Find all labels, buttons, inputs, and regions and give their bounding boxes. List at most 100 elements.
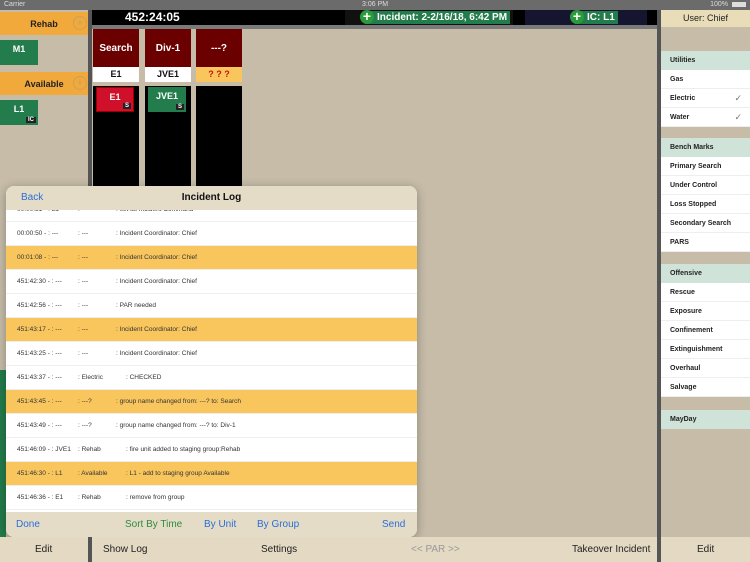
staging-group-rehab[interactable]: Rehab +	[0, 12, 88, 35]
unit-e1[interactable]: E1 S	[96, 87, 134, 112]
add-icon[interactable]: +	[73, 16, 87, 30]
carrier: Carrier	[4, 1, 26, 8]
offensive-item[interactable]: Extinguishment	[661, 340, 750, 359]
log-msg: : Incident Coordinator: Chief	[116, 278, 197, 285]
par-button[interactable]: << PAR >>	[411, 537, 460, 562]
offensive-item[interactable]: Overhaul	[661, 359, 750, 378]
log-list[interactable]: 00:00:31 - : L1: ---: set as Incident Co…	[6, 210, 417, 512]
checkmark-icon: ✓	[734, 93, 742, 103]
bottom-toolbar: Edit Show Log Settings << PAR >> Takeove…	[0, 537, 750, 562]
log-unit: : ---	[78, 278, 89, 285]
benchmark-item[interactable]: Primary Search	[661, 157, 750, 176]
log-time: 451:43:17 - : ---	[17, 326, 62, 333]
group-supervisor: ? ? ?	[196, 67, 242, 82]
incident-label[interactable]: + Incident: 2-2/16/18, 6:42 PM	[360, 9, 511, 24]
log-time: 00:00:50 - : ---	[17, 230, 59, 237]
log-row[interactable]: 451:43:17 - : ---: ---: Incident Coordin…	[6, 318, 417, 342]
user-label[interactable]: User: Chief	[661, 10, 750, 27]
mayday-button[interactable]: MayDay	[661, 410, 750, 429]
log-time: 451:42:56 - : ---	[17, 302, 62, 309]
ic-label[interactable]: + IC: L1	[570, 9, 618, 24]
log-msg: : L1 - add to staging group Available	[126, 470, 230, 477]
log-msg: : PAR needed	[116, 302, 156, 309]
log-unit: : ---	[78, 350, 89, 357]
log-row[interactable]: 451:46:30 - : L1: Available: L1 - add to…	[6, 462, 417, 486]
unit-l1[interactable]: L1 IC	[0, 100, 38, 125]
log-msg: : group name changed from: ---? to: Div-…	[116, 422, 236, 429]
offensive-item[interactable]: Salvage	[661, 378, 750, 397]
log-time: 451:43:49 - : ---	[17, 422, 62, 429]
log-title: Incident Log	[181, 192, 242, 203]
sort-by-time-button[interactable]: Sort By Time	[125, 512, 182, 537]
log-unit: : Rehab	[78, 446, 101, 453]
log-msg: : Incident Coordinator: Chief	[116, 326, 197, 333]
benchmark-item[interactable]: Under Control	[661, 176, 750, 195]
utility-gas[interactable]: Gas	[661, 70, 750, 89]
group-label: Available	[24, 78, 64, 89]
group-title[interactable]: Search	[93, 29, 139, 67]
benchmark-item[interactable]: Loss Stopped	[661, 195, 750, 214]
log-row[interactable]: 451:42:30 - : --- : --- : Incident Coordin…	[6, 270, 417, 294]
log-time: 451:42:30 - : ---	[17, 278, 62, 285]
takeover-incident-button[interactable]: Takeover Incident	[572, 537, 650, 562]
log-row[interactable]: 00:00:31 - : L1: ---: set as Incident Co…	[6, 210, 417, 222]
log-row[interactable]: 451:43:49 - : --- : ---? : group name chan…	[6, 414, 417, 438]
utility-electric[interactable]: Electric ✓	[661, 89, 750, 108]
offensive-item[interactable]: Rescue	[661, 283, 750, 302]
log-time: 451:43:25 - : ---	[17, 350, 62, 357]
log-unit: : ---	[78, 254, 89, 261]
item-label: Electric	[670, 95, 696, 102]
unit-jve1[interactable]: JVE1 S	[148, 87, 186, 112]
unit-name: L1	[13, 104, 25, 114]
group-label: Rehab	[30, 18, 58, 29]
utility-water[interactable]: Water ✓	[661, 108, 750, 127]
log-unit: : ---?	[78, 422, 92, 429]
by-group-button[interactable]: By Group	[257, 512, 299, 537]
log-msg: : Incident Coordinator: Chief	[116, 350, 197, 357]
unit-name: M1	[12, 44, 26, 54]
show-log-button[interactable]: Show Log	[103, 537, 147, 562]
benchmark-item[interactable]: PARS	[661, 233, 750, 252]
add-icon[interactable]: +	[73, 76, 87, 90]
log-unit: : ---	[78, 210, 88, 222]
checkmark-icon: ✓	[734, 112, 742, 122]
unit-badge: S	[122, 103, 131, 109]
staging-group-available[interactable]: Available +	[0, 72, 88, 95]
log-msg: : Incident Coordinator: Chief	[116, 230, 197, 237]
send-button[interactable]: Send	[382, 512, 405, 537]
battery-icon	[732, 2, 746, 7]
log-time: 451:46:36 - : E1	[17, 494, 64, 501]
group-supervisor: JVE1	[145, 67, 191, 82]
plus-icon: +	[360, 9, 374, 24]
log-unit: : Electric	[78, 374, 103, 381]
log-msg: : group name changed from: ---? to: Sear…	[116, 398, 242, 405]
unit-m1[interactable]: M1	[0, 40, 38, 65]
settings-button[interactable]: Settings	[261, 537, 297, 562]
log-row[interactable]: 451:43:25 - : --- : --- : Incident Coordin…	[6, 342, 417, 366]
plus-icon: +	[570, 9, 584, 24]
log-row[interactable]: 451:43:45 - : ---: ---?: group name chan…	[6, 390, 417, 414]
by-unit-button[interactable]: By Unit	[204, 512, 236, 537]
incident-text: Incident: 2-2/16/18, 6:42 PM	[377, 12, 508, 23]
log-row[interactable]: 451:42:56 - : ---: ---: PAR needed	[6, 294, 417, 318]
edit-right-button[interactable]: Edit	[697, 537, 714, 562]
offensive-item[interactable]: Exposure	[661, 302, 750, 321]
log-footer: Done Sort By Time By Unit By Group Send	[6, 512, 417, 537]
incident-timer: 452:24:05	[125, 10, 180, 24]
edit-left-button[interactable]: Edit	[35, 537, 52, 562]
log-row[interactable]: 00:01:08 - : ---: ---: Incident Coordina…	[6, 246, 417, 270]
log-unit: : Rehab	[78, 494, 101, 501]
log-row[interactable]: 451:46:36 - : E1: Rehab: remove from gro…	[6, 486, 417, 510]
log-row[interactable]: 00:00:50 - : ---: ---: Incident Coordina…	[6, 222, 417, 246]
log-msg: : Incident Coordinator: Chief	[116, 254, 197, 261]
benchmark-item[interactable]: Secondary Search	[661, 214, 750, 233]
offensive-item[interactable]: Confinement	[661, 321, 750, 340]
log-row[interactable]: 451:43:37 - : ---: Electric: CHECKED	[6, 366, 417, 390]
done-button[interactable]: Done	[16, 512, 40, 537]
group-title[interactable]: ---?	[196, 29, 242, 67]
log-unit: : Available	[78, 470, 108, 477]
group-title[interactable]: Div-1	[145, 29, 191, 67]
log-unit: : ---?	[78, 398, 92, 405]
log-row[interactable]: 451:46:09 - : JVE1: Rehab: fire unit add…	[6, 438, 417, 462]
unit-name: JVE1	[155, 91, 179, 101]
